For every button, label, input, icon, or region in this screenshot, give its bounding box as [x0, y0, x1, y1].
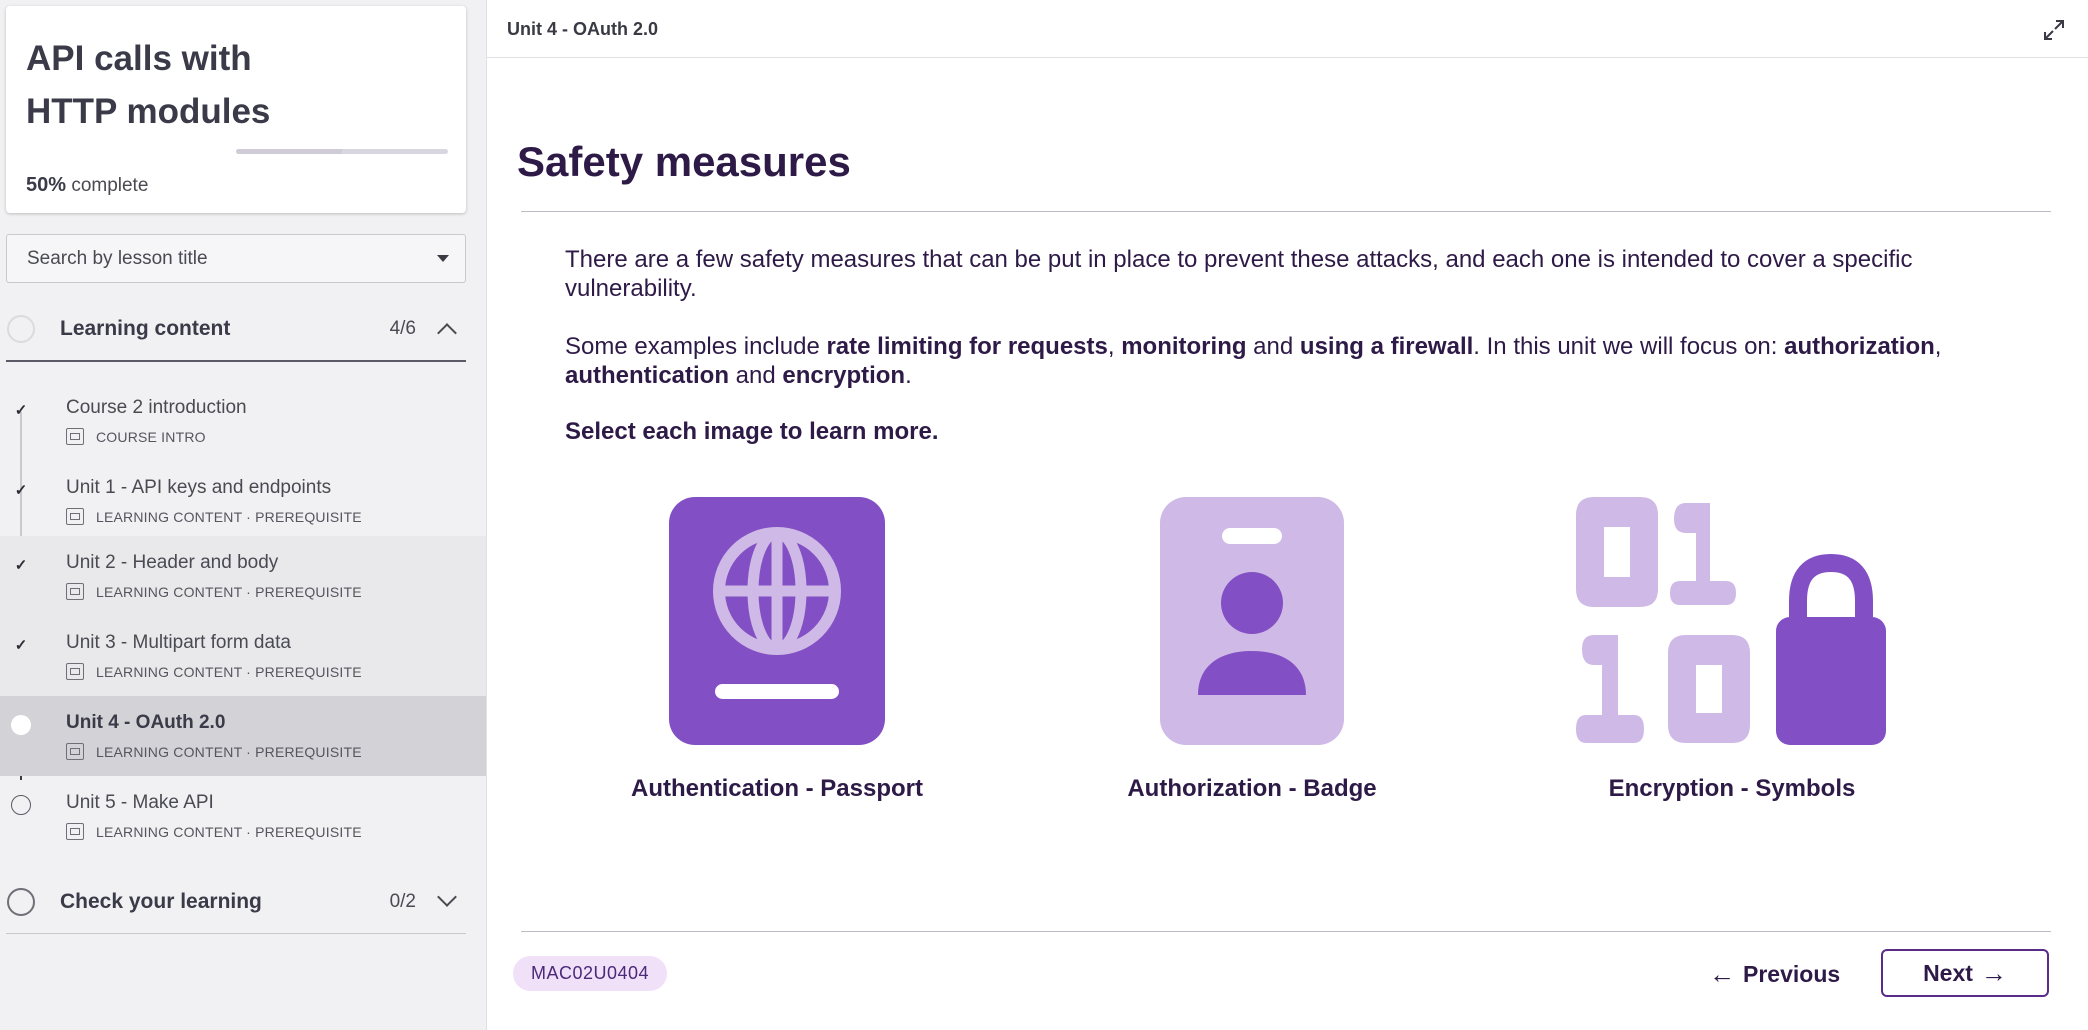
slides-icon: [66, 583, 84, 600]
text-run: and: [1246, 333, 1300, 360]
lesson-meta: LEARNING CONTENT · PREREQUISITE: [66, 823, 362, 840]
progress-label: 50% complete: [26, 174, 148, 197]
check-icon: ✓: [14, 557, 28, 574]
text-bold: authorization: [1784, 333, 1935, 360]
text-bold: monitoring: [1121, 333, 1247, 360]
lesson-name: Unit 3 - Multipart form data: [66, 632, 291, 653]
text-bold: encryption: [782, 362, 906, 389]
lesson-item-unit-2[interactable]: ✓ Unit 2 - Header and body LEARNING CONT…: [0, 536, 486, 616]
search-placeholder: Search by lesson title: [27, 247, 208, 269]
tile-caption: Encryption - Symbols: [1608, 775, 1856, 802]
page-title: Safety measures: [517, 138, 851, 185]
next-label: Next: [1923, 959, 1973, 986]
lesson-meta-text: LEARNING CONTENT · PREREQUISITE: [96, 663, 362, 680]
progress-ring-icon: [7, 887, 35, 916]
text-run: ,: [1107, 333, 1122, 360]
lesson-meta: LEARNING CONTENT · PREREQUISITE: [66, 508, 362, 525]
caret-down-icon: [437, 255, 449, 262]
slides-icon: [66, 508, 84, 525]
progress-value: 50%: [26, 174, 67, 196]
section-title: Learning content: [60, 317, 231, 340]
section-count: 0/2: [389, 890, 416, 912]
divider: [521, 211, 2051, 212]
current-lesson-icon: [11, 715, 31, 735]
tile-authorization-badge[interactable]: Authorization - Badge: [1107, 497, 1397, 803]
lesson-name: Unit 5 - Make API: [66, 792, 214, 813]
check-icon: ✓: [14, 402, 28, 419]
lesson-meta-text: LEARNING CONTENT · PREREQUISITE: [96, 823, 362, 840]
slides-icon: [66, 663, 84, 680]
lesson-search-select[interactable]: Search by lesson title: [6, 234, 466, 283]
lesson-item-unit-1[interactable]: ✓ Unit 1 - API keys and endpoints LEARNI…: [0, 461, 486, 541]
section-count: 4/6: [389, 318, 416, 339]
slides-icon: [66, 743, 84, 760]
tile-caption: Authorization - Badge: [1127, 775, 1377, 802]
binary-lock-icon: [1576, 497, 1886, 745]
check-icon: ✓: [14, 637, 28, 654]
incomplete-circle-icon: [11, 795, 31, 815]
arrow-right-icon: →: [1980, 958, 2007, 988]
lesson-meta-text: LEARNING CONTENT · PREREQUISITE: [96, 743, 362, 760]
passport-icon: [669, 497, 885, 745]
lesson-name: Unit 4 - OAuth 2.0: [66, 712, 226, 733]
lesson-name: Unit 1 - API keys and endpoints: [66, 477, 332, 498]
lesson-meta: LEARNING CONTENT · PREREQUISITE: [66, 663, 362, 680]
lesson-meta: LEARNING CONTENT · PREREQUISITE: [66, 743, 362, 760]
progress-ring-icon: [7, 315, 35, 343]
course-card: API calls with HTTP modules 50% complete: [6, 6, 466, 213]
chevron-up-icon[interactable]: [437, 323, 457, 343]
lesson-meta-text: LEARNING CONTENT · PREREQUISITE: [96, 508, 362, 525]
progress-suffix: complete: [71, 175, 149, 196]
unit-code-badge: MAC02U0404: [513, 956, 668, 991]
top-bar: Unit 4 - OAuth 2.0: [487, 0, 2088, 58]
previous-label: Previous: [1743, 960, 1841, 987]
examples-paragraph: Some examples include rate limiting for …: [565, 332, 2005, 390]
arrow-left-icon: ←: [1709, 959, 1735, 989]
badge-icon: [1160, 497, 1344, 745]
tile-authentication-passport[interactable]: Authentication - Passport: [630, 497, 924, 803]
progress-bar: [236, 149, 448, 154]
text-run: Some examples include: [565, 333, 827, 360]
tile-encryption-symbols[interactable]: Encryption - Symbols: [1572, 497, 1892, 803]
progress-bar-fill: [236, 149, 342, 154]
lesson-name: Unit 2 - Header and body: [66, 552, 279, 573]
section-learning-content[interactable]: Learning content 4/6: [6, 298, 466, 362]
slides-icon: [66, 823, 84, 840]
next-button[interactable]: Next →: [1881, 949, 2049, 997]
text-bold: using a firewall: [1299, 333, 1474, 360]
chevron-down-icon[interactable]: [437, 887, 457, 907]
intro-paragraph: There are a few safety measures that can…: [565, 246, 1913, 302]
lesson-meta-text: LEARNING CONTENT · PREREQUISITE: [96, 583, 362, 600]
section-title: Check your learning: [60, 889, 262, 913]
document-icon: [66, 428, 84, 445]
text-run: .: [905, 362, 912, 389]
breadcrumb: Unit 4 - OAuth 2.0: [507, 19, 659, 39]
lesson-item-unit-4[interactable]: Unit 4 - OAuth 2.0 LEARNING CONTENT · PR…: [0, 696, 486, 776]
text-run: . In this unit we will focus on:: [1473, 333, 1785, 360]
text-run: and: [729, 362, 783, 389]
tile-caption: Authentication - Passport: [630, 775, 924, 802]
divider: [521, 931, 2051, 932]
lesson-item-unit-3[interactable]: ✓ Unit 3 - Multipart form data LEARNING …: [0, 616, 486, 696]
lesson-meta: COURSE INTRO: [66, 428, 206, 445]
sidebar: API calls with HTTP modules 50% complete…: [0, 0, 486, 1030]
text-bold: authentication: [565, 362, 730, 389]
course-title: API calls with HTTP modules: [26, 39, 271, 131]
instruction-text: Select each image to learn more.: [565, 418, 939, 445]
lesson-meta-text: COURSE INTRO: [96, 428, 206, 445]
text-bold: rate limiting for requests: [826, 333, 1108, 360]
text-run: ,: [1934, 333, 1942, 360]
section-check-your-learning[interactable]: Check your learning 0/2: [6, 870, 466, 934]
lesson-item-course-intro[interactable]: ✓ Course 2 introduction COURSE INTRO: [0, 381, 486, 461]
expand-icon[interactable]: [2043, 19, 2065, 41]
lesson-content: Unit 4 - OAuth 2.0 Safety measures There…: [486, 0, 2088, 1030]
lesson-meta: LEARNING CONTENT · PREREQUISITE: [66, 583, 362, 600]
previous-button[interactable]: ← Previous: [1709, 952, 1840, 996]
check-icon: ✓: [14, 482, 28, 499]
lesson-name: Course 2 introduction: [66, 397, 247, 418]
lesson-item-unit-5[interactable]: Unit 5 - Make API LEARNING CONTENT · PRE…: [0, 776, 486, 856]
